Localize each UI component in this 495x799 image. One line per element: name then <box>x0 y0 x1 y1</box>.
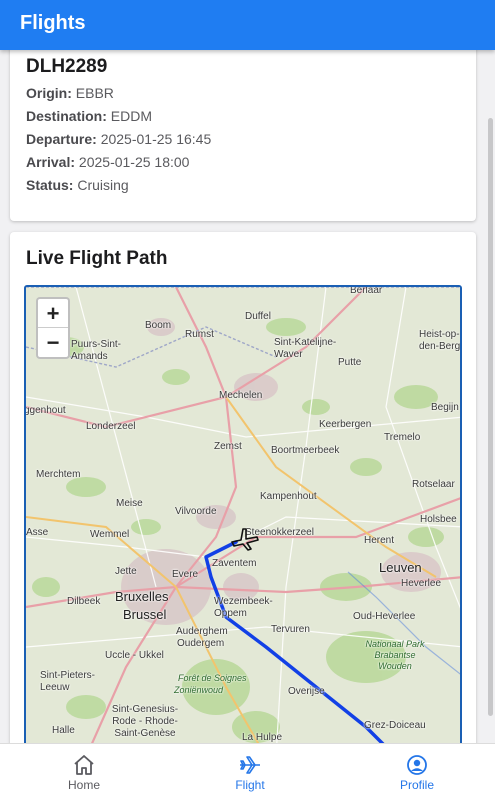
place-label: Tremelo <box>384 432 421 443</box>
nav-flight-label: Flight <box>235 778 265 792</box>
place-label: Oudergem <box>177 638 225 649</box>
place-label: Holsbee <box>420 514 457 525</box>
place-label: Begijn <box>431 402 459 413</box>
place-label: Puurs-Sint-Amands <box>71 339 122 362</box>
place-label: Duffel <box>245 311 271 322</box>
place-label: Sint-Katelijne-Waver <box>274 337 337 360</box>
status-value: Cruising <box>77 177 129 193</box>
place-label: Meise <box>116 498 143 509</box>
place-label: Boom <box>145 320 172 331</box>
place-label: Dilbeek <box>67 596 101 607</box>
arrival-value: 2025-01-25 18:00 <box>78 154 190 170</box>
nav-profile-label: Profile <box>399 778 434 792</box>
place-label: Nationaal Park Brabantse Wouden <box>365 639 425 671</box>
place-label: Leuven <box>379 560 422 575</box>
place-label: Berlaar <box>350 285 383 296</box>
home-icon <box>74 755 94 775</box>
place-label: Grez-Doiceau <box>364 720 426 731</box>
place-label: Mechelen <box>219 390 263 401</box>
place-label: Evere <box>172 569 199 580</box>
status-row: Status: Cruising <box>26 177 129 193</box>
place-label: Putte <box>338 357 362 368</box>
place-label: Rotselaar <box>412 479 455 490</box>
departure-value: 2025-01-25 16:45 <box>100 131 212 147</box>
place-label: Brussel <box>123 607 167 622</box>
place-label: Zaventem <box>212 558 257 569</box>
place-label: Uccle - Ukkel <box>105 650 164 661</box>
place-label: Boortmeerbeek <box>271 445 340 456</box>
place-label: Vilvoorde <box>175 506 217 517</box>
place-label: Herent <box>364 535 395 546</box>
arrival-label: Arrival: <box>26 154 76 170</box>
zoom-in-button[interactable]: + <box>38 299 68 328</box>
profile-icon <box>407 755 427 775</box>
scrollbar[interactable] <box>488 118 493 716</box>
place-label: Zoniënwoud <box>174 685 224 695</box>
place-label: Jette <box>115 566 137 577</box>
place-label: Forêt de Soignes <box>178 673 247 683</box>
content-scroll-area[interactable]: DLH2289 Origin: EBBR Destination: EDDM D… <box>0 50 495 743</box>
destination-row: Destination: EDDM <box>26 108 152 124</box>
place-label: La Hulpe <box>242 732 283 743</box>
nav-profile[interactable]: Profile <box>357 744 477 799</box>
place-label: Overijse <box>288 686 325 697</box>
place-label: Zemst <box>214 441 242 452</box>
flight-map[interactable]: + − Berlaar Boom Rumst Duffel Puurs-Sint… <box>24 285 462 743</box>
origin-row: Origin: EBBR <box>26 85 114 101</box>
origin-value: EBBR <box>75 85 114 101</box>
nav-flight[interactable]: Flight <box>190 744 310 799</box>
place-label: Keerbergen <box>319 419 372 430</box>
nav-home-label: Home <box>67 778 100 792</box>
place-label: Asse <box>26 527 49 538</box>
place-label: Oud-Heverlee <box>353 611 416 622</box>
zoom-control: + − <box>36 297 70 359</box>
zoom-out-button[interactable]: − <box>38 328 68 357</box>
place-label: Wemmel <box>90 529 130 540</box>
place-label: Wezembeek-Oppem <box>214 596 273 619</box>
destination-value: EDDM <box>110 108 153 124</box>
airplane-icon <box>240 756 260 774</box>
place-label: Halle <box>52 725 75 736</box>
bottom-nav: Home Flight Profile <box>0 743 495 799</box>
place-label: Merchtem <box>36 469 81 480</box>
origin-label: Origin: <box>26 85 72 101</box>
nav-home[interactable]: Home <box>24 744 144 799</box>
flight-path-card: Live Flight Path + − Berlaar Boom Rumst … <box>10 232 476 743</box>
place-label: Auderghem <box>176 626 228 637</box>
flight-info-card: DLH2289 Origin: EBBR Destination: EDDM D… <box>10 50 476 221</box>
place-label: Tervuren <box>271 624 310 635</box>
place-label: Heverlee <box>401 578 442 589</box>
place-label: Bruxelles <box>115 589 169 604</box>
airplane-marker-icon[interactable] <box>229 525 261 553</box>
place-label: Heist-op-den-Berg <box>419 329 461 352</box>
flight-callsign: DLH2289 <box>26 56 108 77</box>
status-label: Status: <box>26 177 74 193</box>
destination-label: Destination: <box>26 108 107 124</box>
app-title: Flights <box>20 12 86 34</box>
departure-row: Departure: 2025-01-25 16:45 <box>26 131 211 147</box>
departure-label: Departure: <box>26 131 97 147</box>
place-label: Sint-Pieters-Leeuw <box>40 670 96 693</box>
flight-path-title: Live Flight Path <box>26 248 168 269</box>
place-label: Rumst <box>185 329 214 340</box>
place-label: Sint-Genesius-Rode - Rhode-Saint-Genèse <box>111 704 179 739</box>
app-bar: Flights <box>0 0 495 50</box>
place-label: Kampenhout <box>260 491 317 502</box>
place-label: ggenhout <box>24 405 66 416</box>
place-label: Londerzeel <box>86 421 136 432</box>
arrival-row: Arrival: 2025-01-25 18:00 <box>26 154 189 170</box>
